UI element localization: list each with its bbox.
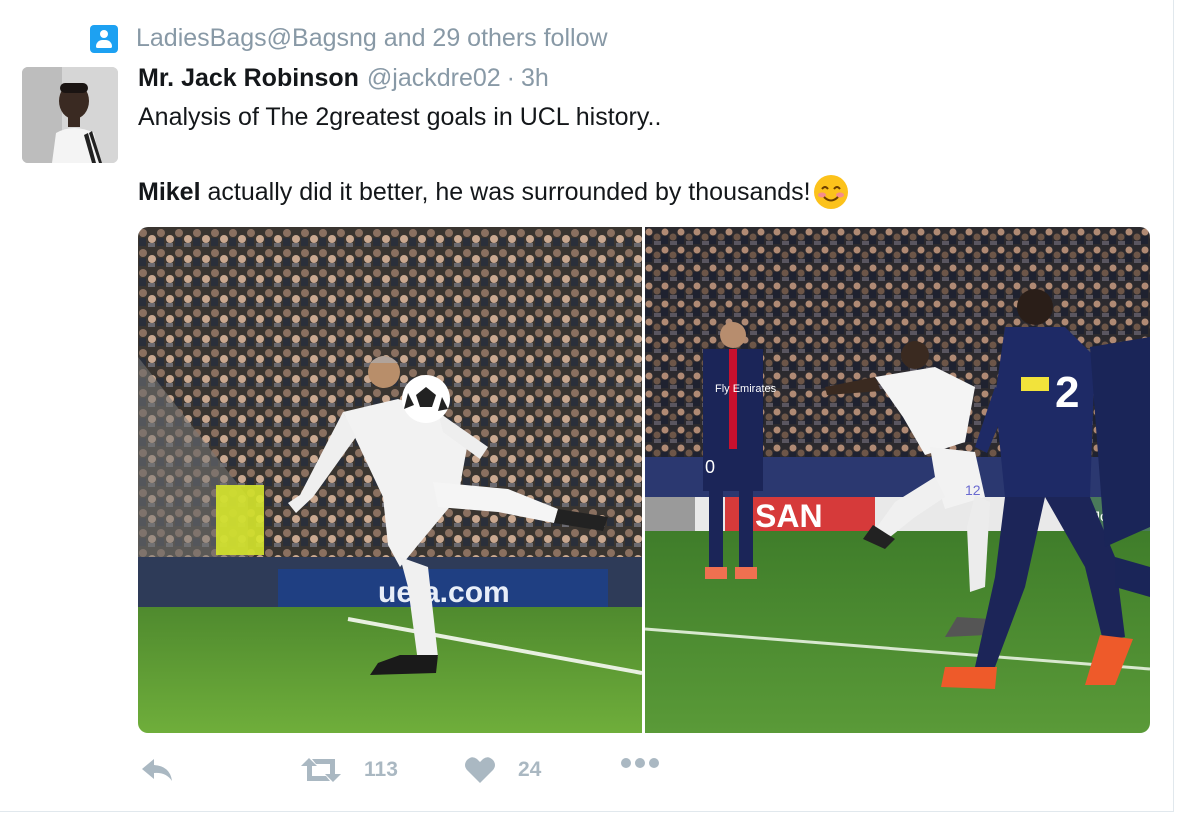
media-container[interactable]: uefa.com SAN Fly Emirates 0 12 2 [138,227,1150,733]
retweet-count: 113 [364,758,398,781]
tweet-text-bold: Mikel [138,178,201,206]
more-button[interactable] [620,756,660,770]
tweet-header: Mr. Jack Robinson @jackdre02 · 3h [138,64,549,93]
avatar[interactable] [22,67,118,163]
reply-icon [142,759,172,781]
tweet-text-line1: Analysis of The 2greatest goals in UCL h… [138,103,662,131]
like-count: 24 [518,758,542,781]
media-photo-left[interactable]: uefa.com [138,227,642,733]
reply-button[interactable] [140,756,174,784]
tweet[interactable]: LadiesBags@Bagsng and 29 others follow M… [0,0,1174,812]
more-icon [621,758,659,768]
social-context-text[interactable]: LadiesBags@Bagsng and 29 others follow [136,24,608,53]
media-photo-right[interactable]: SAN Joy Res Fly Emirates 0 [645,227,1150,733]
author-fullname[interactable]: Mr. Jack Robinson [138,64,359,93]
retweet-icon [301,758,341,782]
social-context[interactable]: LadiesBags@Bagsng and 29 others follow [90,24,608,53]
time-separator: · [506,64,515,92]
board-text-right: SAN [755,498,823,534]
tweet-actions: 113 24 [140,756,740,792]
like-button[interactable]: 24 [464,756,541,784]
tweet-text-rest: actually did it better, he was surrounde… [200,178,811,206]
sponsor-text: Fly Emirates [715,383,777,395]
shirt-number-near: 0 [705,457,715,477]
shirt-number-white: 12 [965,482,981,498]
tweet-text-line2: Mikel actually did it better, he was sur… [138,174,1148,210]
smiling-face-emoji [813,175,848,209]
board-text-left: uefa.com [378,576,510,609]
heart-icon [465,757,495,783]
retweet-button[interactable]: 113 [300,756,398,784]
shirt-number-main: 2 [1055,368,1079,417]
person-icon [90,24,118,53]
author-username[interactable]: @jackdre02 [367,64,501,93]
tweet-timestamp[interactable]: 3h [521,64,549,93]
